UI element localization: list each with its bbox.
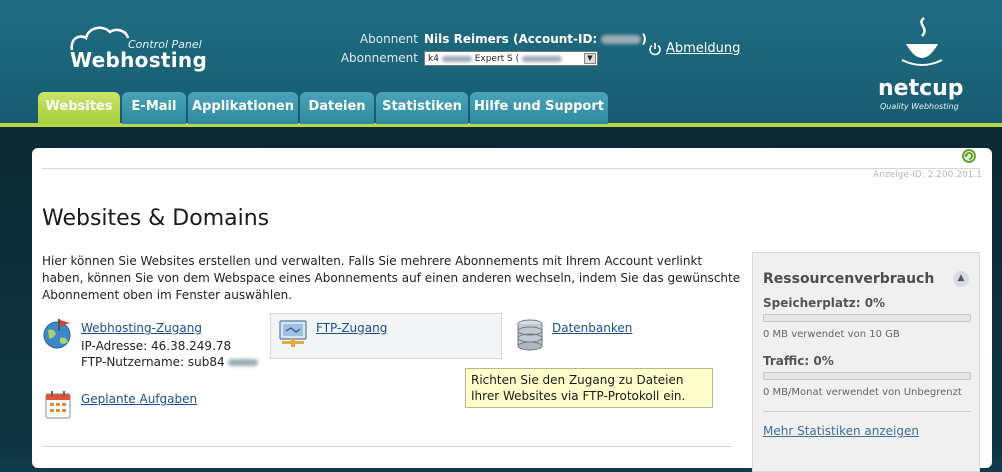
redacted-subscription-id: [522, 55, 563, 62]
storage-detail: 0 MB verwendet von 10 GB: [763, 329, 900, 340]
more-stats-link[interactable]: Mehr Statistiken anzeigen: [763, 424, 919, 438]
ftp-link[interactable]: FTP-Zugang: [316, 321, 387, 335]
redacted-username: [228, 359, 259, 366]
subscriber-name-text: Nils Reimers (Account-ID:: [424, 32, 598, 46]
tab-help-support[interactable]: Hilfe und Support: [470, 92, 608, 124]
databases-link[interactable]: Datenbanken: [552, 321, 632, 335]
tab-email[interactable]: E-Mail: [122, 92, 186, 124]
subscription-select[interactable]: k4 Expert S ( ▼: [424, 51, 598, 66]
storage-label: Speicherplatz: 0%: [763, 296, 886, 310]
brand-name: netcup: [878, 76, 964, 101]
subscriber-close-paren: ): [641, 32, 647, 46]
logo-webhosting-text: Webhosting: [70, 48, 208, 72]
redacted-subscription-part: [441, 55, 472, 62]
logout-link[interactable]: Abmeldung: [648, 41, 740, 56]
subscription-mid: Expert S (: [474, 54, 520, 64]
ftp-tooltip: Richten Sie den Zugang zu Dateien Ihrer …: [465, 368, 713, 408]
traffic-progress-bar: [763, 372, 971, 380]
webhosting-link[interactable]: Webhosting-Zugang: [81, 321, 202, 335]
tab-statistics[interactable]: Statistiken: [376, 92, 468, 124]
globe-icon[interactable]: [42, 318, 74, 350]
ftp-username-text: FTP-Nutzername: sub84: [81, 355, 225, 369]
refresh-icon[interactable]: [961, 148, 977, 164]
intro-text: Hier können Sie Websites erstellen und v…: [42, 254, 741, 302]
databases-link-text[interactable]: Datenbanken: [552, 321, 632, 335]
database-icon[interactable]: [515, 318, 545, 352]
brand-tagline: Quality Webhosting: [880, 102, 959, 111]
top-divider: [42, 168, 980, 169]
chevron-down-icon[interactable]: ▼: [584, 53, 596, 64]
bottom-divider: [42, 446, 732, 447]
subscription-prefix: k4: [428, 54, 439, 64]
traffic-label: Traffic: 0%: [763, 354, 834, 368]
more-stats-link-text[interactable]: Mehr Statistiken anzeigen: [763, 424, 919, 438]
tab-applications[interactable]: Applikationen: [188, 92, 298, 124]
webhosting-logo[interactable]: Control Panel Webhosting: [62, 24, 212, 74]
ip-address: IP-Adresse: 46.38.249.78: [81, 339, 232, 353]
redacted-account-id: [601, 35, 642, 44]
ftp-icon[interactable]: [278, 319, 310, 349]
sidebar-divider: [763, 411, 971, 412]
display-id: Anzeige-ID: 2.200.201.1: [873, 170, 982, 180]
power-icon: [648, 42, 662, 56]
coffee-cup-icon: [901, 17, 943, 66]
calendar-icon[interactable]: [44, 390, 72, 420]
logout-text[interactable]: Abmeldung: [666, 41, 740, 56]
scheduled-tasks-link-text[interactable]: Geplante Aufgaben: [81, 392, 197, 406]
ftp-username: FTP-Nutzername: sub84: [81, 355, 259, 369]
content-panel: Anzeige-ID: 2.200.201.1 Websites & Domai…: [32, 148, 992, 472]
webhosting-link-text[interactable]: Webhosting-Zugang: [81, 321, 202, 335]
chevron-up-icon[interactable]: ▲: [953, 271, 969, 287]
tab-websites[interactable]: Websites: [38, 92, 120, 124]
subscriber-value: Nils Reimers (Account-ID: ): [424, 32, 647, 46]
netcup-logo[interactable]: netcup Quality Webhosting: [870, 14, 970, 114]
page-title: Websites & Domains: [42, 206, 270, 231]
tab-files[interactable]: Dateien: [300, 92, 374, 124]
subscription-label: Abonnement: [340, 51, 418, 65]
traffic-detail: 0 MB/Monat verwendet von Unbegrenzt: [763, 387, 962, 398]
resource-usage-box: Ressourcenverbrauch ▲ Speicherplatz: 0% …: [752, 252, 980, 472]
scheduled-tasks-link[interactable]: Geplante Aufgaben: [81, 392, 197, 406]
storage-progress-bar: [763, 314, 971, 322]
subscriber-label: Abonnent: [359, 32, 418, 46]
ftp-link-text[interactable]: FTP-Zugang: [316, 321, 387, 335]
resource-usage-title: Ressourcenverbrauch: [763, 271, 935, 287]
